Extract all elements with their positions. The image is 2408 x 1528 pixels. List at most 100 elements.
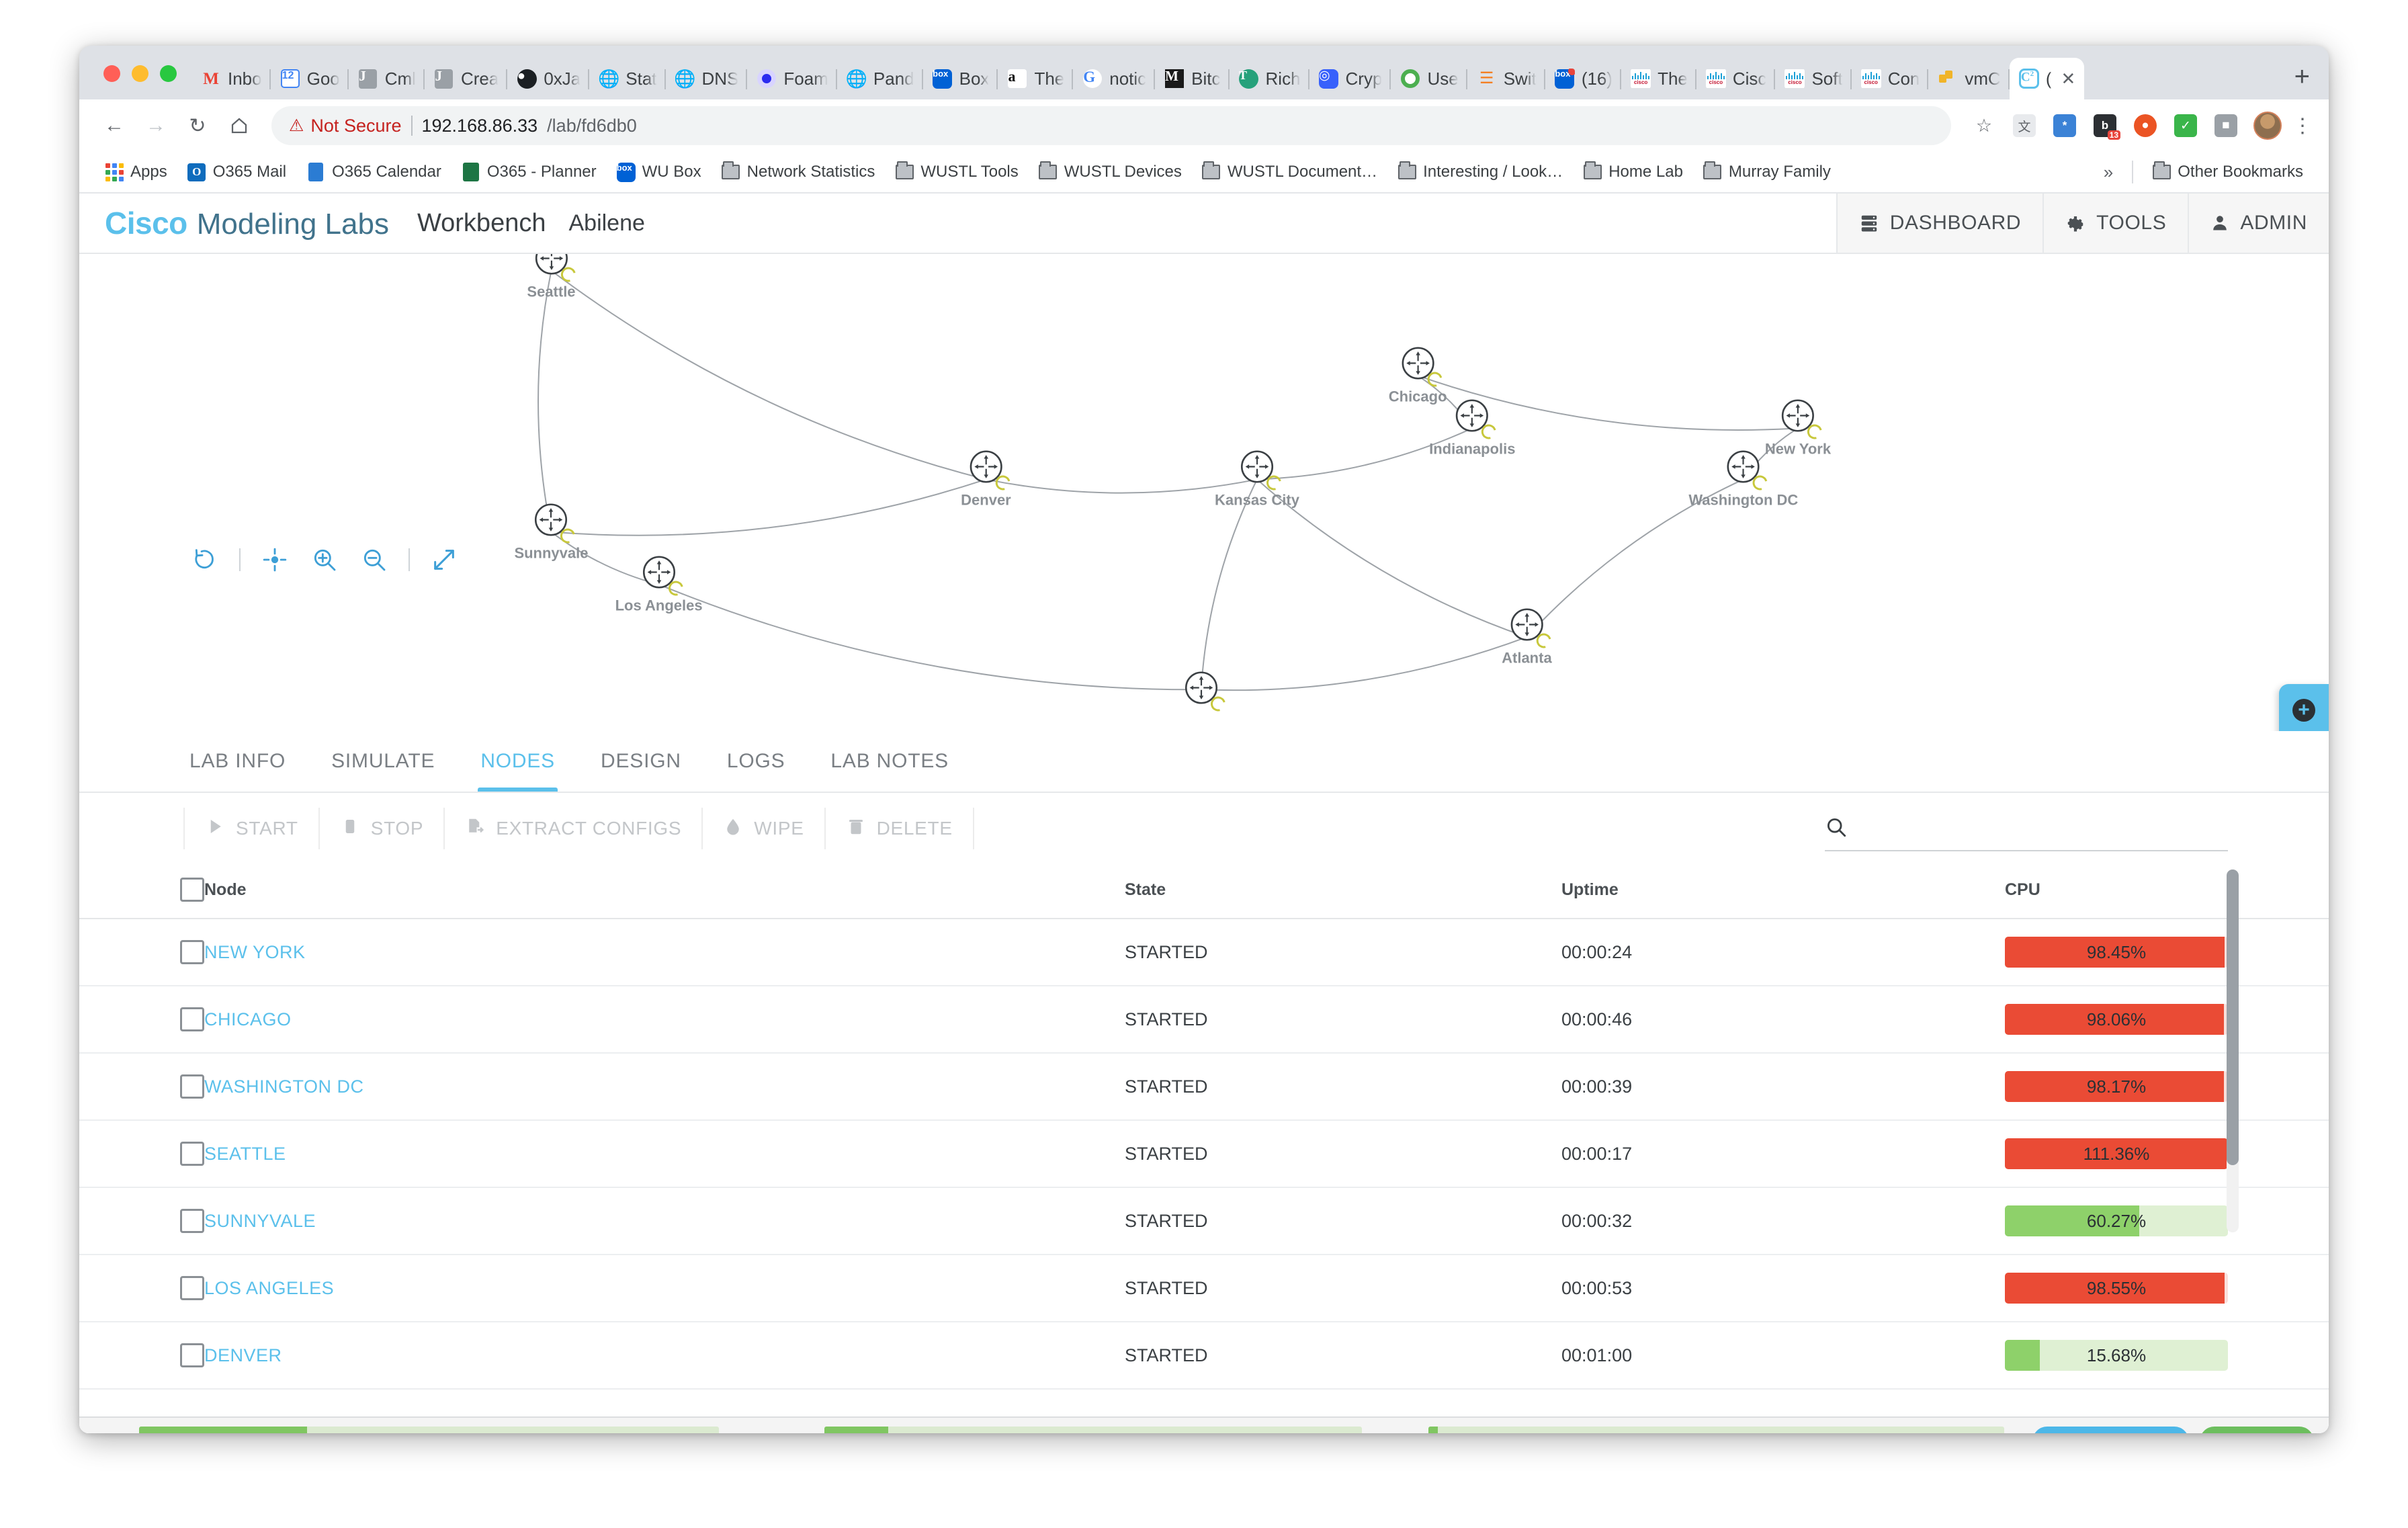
back-button[interactable]: ← — [95, 107, 133, 144]
row-select-cell[interactable] — [79, 919, 204, 986]
stop-button[interactable]: STOP — [320, 808, 445, 849]
table-row[interactable]: LOS ANGELES STARTED 00:00:53 98.55% — [79, 1255, 2329, 1322]
select-all-checkbox[interactable] — [180, 878, 204, 902]
browser-tab[interactable]: M Bitc — [1155, 58, 1230, 99]
lower-tabs[interactable]: LAB INFO SIMULATE NODES DESIGN LOGS LAB NOTES — [79, 731, 2329, 793]
extension-puzzle-icon[interactable]: ■ — [2209, 109, 2243, 142]
browser-tab[interactable]: Foam — [747, 58, 837, 99]
topology-link[interactable] — [550, 269, 986, 480]
topology-node[interactable]: Atlanta — [1502, 607, 1554, 667]
search-input[interactable] — [1860, 818, 2228, 840]
browser-tab[interactable]: ☰ Swit — [1467, 58, 1545, 99]
node-link[interactable]: NEW YORK — [204, 942, 306, 962]
browser-tab[interactable]: 🌐 Stat — [589, 58, 666, 99]
browser-tab[interactable]: cisco Soft — [1775, 58, 1852, 99]
browser-tab[interactable]: J Crea — [425, 58, 508, 99]
address-bar[interactable]: ⚠ Not Secure 192.168.86.33 /lab/fd6db0 — [271, 106, 1951, 145]
browser-tab-active[interactable]: C2 (✕ — [2009, 58, 2085, 99]
wipe-button[interactable]: WIPE — [703, 808, 826, 849]
node-link[interactable]: CHICAGO — [204, 1009, 292, 1029]
table-row[interactable]: SEATTLE STARTED 00:00:17 111.36% — [79, 1120, 2329, 1188]
browser-tab[interactable]: J Cml — [349, 58, 425, 99]
bookmark-item[interactable]: Apps — [97, 157, 175, 187]
browser-tab[interactable]: 12 Goo — [271, 58, 349, 99]
app-logo[interactable]: Cisco Modeling Labs — [79, 205, 389, 241]
close-window-button[interactable] — [103, 65, 120, 82]
bookmark-item[interactable]: Home Lab — [1575, 157, 1691, 187]
browser-tab[interactable]: 🌐 Pand — [837, 58, 923, 99]
bookmark-item[interactable]: WUSTL Tools — [887, 157, 1026, 187]
topology-node[interactable]: Indianapolis — [1429, 398, 1515, 458]
browser-tab[interactable]: box (16) — [1545, 58, 1622, 99]
browser-tabs[interactable]: M Inbo 12 Goo J Cml J Crea ● 0xJa 🌐 Stat 🌐 DNS Foam 🌐 Pa… — [191, 58, 2278, 99]
row-checkbox[interactable] — [180, 1142, 204, 1166]
tab-lab-notes[interactable]: LAB NOTES — [808, 731, 972, 792]
topology-node[interactable] — [1184, 671, 1228, 714]
browser-tab[interactable]: cisco Cisc — [1696, 58, 1776, 99]
browser-tab[interactable]: ● 0xJa — [507, 58, 590, 99]
extension-bitwarden-icon[interactable]: b 13 — [2088, 109, 2122, 142]
refresh-layout-icon[interactable] — [180, 539, 230, 581]
row-select-cell[interactable] — [79, 1120, 204, 1188]
start-button[interactable]: START — [183, 808, 320, 849]
topology-node[interactable]: Denver — [961, 450, 1013, 509]
home-button[interactable] — [220, 107, 258, 144]
row-checkbox[interactable] — [180, 1276, 204, 1300]
security-indicator[interactable]: ⚠ Not Secure — [289, 116, 402, 136]
browser-tab[interactable]: 🌐 DNS — [666, 58, 748, 99]
row-checkbox[interactable] — [180, 1209, 204, 1233]
column-header-node[interactable]: Node — [204, 869, 1125, 919]
bookmark-item[interactable]: Interesting / Look… — [1389, 157, 1571, 187]
new-tab-button[interactable]: + — [2278, 63, 2329, 99]
browser-tab[interactable]: box Box — [923, 58, 998, 99]
other-bookmarks-folder[interactable]: Other Bookmarks — [2144, 157, 2311, 187]
table-scrollbar[interactable] — [2227, 869, 2239, 1232]
canvas-toolbar[interactable] — [180, 539, 469, 581]
zoom-out-icon[interactable] — [349, 539, 399, 581]
node-link[interactable]: SEATTLE — [204, 1144, 286, 1164]
cell-node[interactable]: WASHINGTON DC — [204, 1053, 1125, 1121]
bookmark-item[interactable]: O365 Calendar — [298, 157, 449, 187]
topology-link[interactable] — [551, 478, 986, 536]
row-checkbox[interactable] — [180, 1074, 204, 1099]
row-select-cell[interactable] — [79, 1255, 204, 1322]
browser-tab[interactable]: vmC — [1928, 58, 2010, 99]
table-row[interactable]: DENVER STARTED 00:01:00 15.68% — [79, 1322, 2329, 1390]
row-select-cell[interactable] — [79, 1053, 204, 1121]
bookmark-item[interactable]: WUSTL Devices — [1031, 157, 1190, 187]
bookmark-item[interactable]: O365 - Planner — [454, 157, 605, 187]
topology-node[interactable]: Seattle — [527, 254, 578, 300]
chrome-menu-icon[interactable]: ⋮ — [2286, 114, 2313, 138]
bookmark-item[interactable]: Murray Family — [1695, 157, 1839, 187]
cell-node[interactable]: SEATTLE — [204, 1120, 1125, 1188]
browser-tab[interactable]: Gnotic — [1073, 58, 1156, 99]
tab-simulate[interactable]: SIMULATE — [308, 731, 458, 792]
column-header-state[interactable]: State — [1125, 869, 1561, 919]
browser-tab[interactable]: cisco Con — [1852, 58, 1929, 99]
row-checkbox[interactable] — [180, 1343, 204, 1367]
maximize-window-button[interactable] — [160, 65, 177, 82]
bookmark-star-icon[interactable]: ☆ — [1967, 109, 2001, 142]
tab-nodes[interactable]: NODES — [458, 731, 578, 792]
tab-design[interactable]: DESIGN — [578, 731, 704, 792]
extension-ublock-icon[interactable]: ● — [2128, 109, 2162, 142]
bookmarks-overflow-button[interactable]: » — [2096, 162, 2121, 183]
admin-button[interactable]: ADMIN — [2188, 194, 2329, 253]
row-select-cell[interactable] — [79, 986, 204, 1054]
tab-lab-info[interactable]: LAB INFO — [167, 731, 308, 792]
row-select-cell[interactable] — [79, 1187, 204, 1255]
table-row[interactable]: NEW YORK STARTED 00:00:24 98.45% — [79, 919, 2329, 986]
zoom-in-icon[interactable] — [300, 539, 349, 581]
bookmark-item[interactable]: WUSTL Document… — [1194, 157, 1385, 187]
node-link[interactable]: SUNNYVALE — [204, 1211, 316, 1231]
node-link[interactable]: LOS ANGELES — [204, 1278, 334, 1298]
row-select-cell[interactable] — [79, 1322, 204, 1390]
topology-node[interactable]: Los Angeles — [615, 554, 703, 614]
node-link[interactable]: DENVER — [204, 1345, 282, 1365]
topology-link[interactable] — [658, 583, 1201, 691]
extension-grammarly-icon[interactable]: ✓ — [2169, 109, 2202, 142]
extension-lastpass-icon[interactable]: * — [2048, 109, 2081, 142]
column-header-uptime[interactable]: Uptime — [1561, 869, 2005, 919]
tools-button[interactable]: TOOLS — [2042, 194, 2188, 253]
status-badge[interactable]: Status OK — [2199, 1427, 2314, 1433]
